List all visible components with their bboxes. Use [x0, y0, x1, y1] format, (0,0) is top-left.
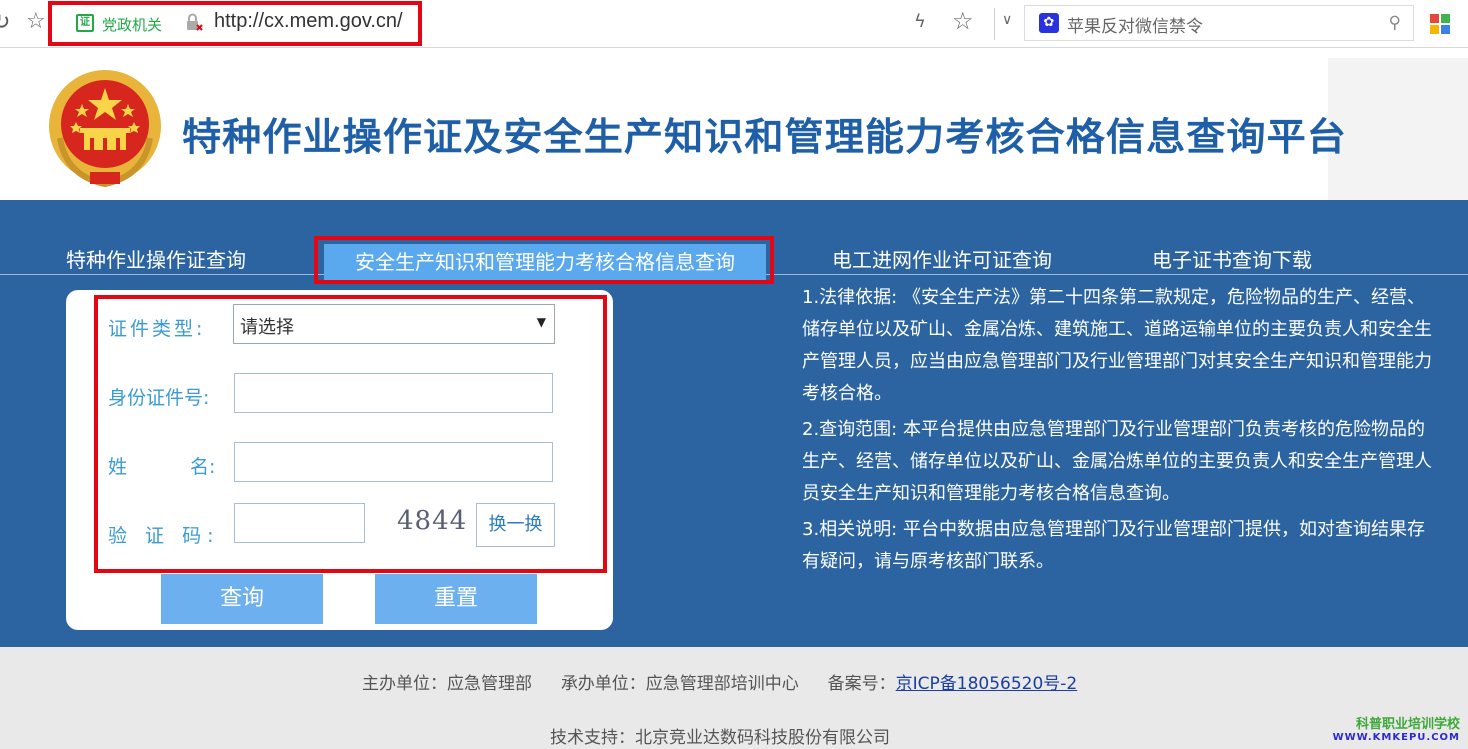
- info-panel: 1.法律依据: 《安全生产法》第二十四条第二款规定，危险物品的生产、经营、储存单…: [802, 282, 1442, 582]
- footer-icp-label: 备案号：: [827, 674, 896, 694]
- tab-safety-knowledge[interactable]: 安全生产知识和管理能力考核合格信息查询: [324, 244, 766, 280]
- id-number-label: 身份证件号:: [108, 387, 210, 409]
- url-text[interactable]: http://cx.mem.gov.cn/: [214, 10, 403, 33]
- watermark: 科普职业培训学校 WWW.KMKEPU.COM: [1333, 713, 1460, 743]
- icp-link[interactable]: 京ICP备18056520号-2: [896, 674, 1078, 694]
- active-tab-highlight: 安全生产知识和管理能力考核合格信息查询: [314, 236, 774, 284]
- search-box[interactable]: ✿ 苹果反对微信禁令 ⚲: [1024, 5, 1414, 41]
- header-right-panel: [1328, 58, 1468, 200]
- reset-button[interactable]: 重置: [375, 574, 537, 624]
- tab-e-certificate[interactable]: 电子证书查询下载: [1152, 244, 1312, 273]
- cert-type-value: 请选择: [240, 317, 294, 338]
- site-footer: 主办单位：应急管理部 承办单位：应急管理部培训中心 备案号：京ICP备18056…: [0, 647, 1468, 749]
- insecure-lock-icon[interactable]: [184, 13, 204, 33]
- lightning-icon[interactable]: ϟ: [914, 11, 926, 32]
- query-button[interactable]: 查询: [161, 574, 323, 624]
- query-form: 证件类型: 请选择 ▼ 身份证件号: 姓 名: 验 证 码: 4844 换一换 …: [66, 290, 613, 630]
- footer-tech-support: 技术支持：北京竞业达数码科技股份有限公司: [550, 728, 890, 748]
- footer-sponsor: 主办单位：应急管理部: [362, 674, 532, 694]
- main-panel: 特种作业操作证查询 安全生产知识和管理能力考核合格信息查询 电工进网作业许可证查…: [0, 200, 1468, 647]
- select-arrow-icon: ▼: [536, 315, 546, 329]
- name-label-first: 姓: [108, 456, 128, 478]
- footer-info: 主办单位：应急管理部 承办单位：应急管理部培训中心 备案号：京ICP备18056…: [362, 669, 1077, 694]
- search-input[interactable]: 苹果反对微信禁令: [1067, 12, 1203, 37]
- search-icon[interactable]: ⚲: [1389, 13, 1401, 33]
- apps-grid-icon[interactable]: [1430, 14, 1450, 34]
- name-label-second: 名:: [190, 456, 216, 478]
- watermark-url: WWW.KMKEPU.COM: [1332, 732, 1460, 743]
- site-header: 特种作业操作证及安全生产知识和管理能力考核合格信息查询平台: [0, 48, 1468, 200]
- tab-special-operation[interactable]: 特种作业操作证查询: [66, 244, 246, 273]
- favorite-star-icon[interactable]: ☆: [952, 7, 974, 35]
- reload-icon[interactable]: ↻: [0, 10, 10, 35]
- name-input[interactable]: [234, 442, 553, 482]
- cert-type-label: 证件类型:: [108, 318, 206, 340]
- captcha-label: 验 证 码:: [108, 525, 220, 547]
- cert-label: 党政机关: [102, 16, 163, 34]
- browser-toolbar: ↻ ☆ 证 党政机关 http://cx.mem.gov.cn/ ϟ ☆ ∨ ✿…: [0, 0, 1468, 48]
- government-cert-icon: 证: [76, 14, 94, 32]
- captcha-input[interactable]: [234, 503, 365, 543]
- id-number-input[interactable]: [234, 373, 553, 413]
- national-emblem-icon: [49, 70, 161, 188]
- captcha-image[interactable]: 4844: [397, 506, 467, 536]
- tab-electrician-license[interactable]: 电工进网作业许可证查询: [832, 244, 1052, 273]
- bookmark-star-icon[interactable]: ☆: [26, 9, 46, 34]
- info-legal-basis: 1.法律依据: 《安全生产法》第二十四条第二款规定，危险物品的生产、经营、储存单…: [802, 287, 1432, 404]
- site-title: 特种作业操作证及安全生产知识和管理能力考核合格信息查询平台: [182, 115, 1347, 159]
- footer-organizer: 承办单位：应急管理部培训中心: [560, 674, 799, 694]
- info-notes: 3.相关说明: 平台中数据由应急管理部门及行业管理部门提供，如对查询结果存有疑问…: [802, 519, 1425, 572]
- watermark-school: 科普职业培训学校: [1355, 717, 1460, 732]
- address-bar[interactable]: 证 党政机关 http://cx.mem.gov.cn/: [48, 1, 422, 46]
- baidu-paw-icon: ✿: [1039, 13, 1059, 33]
- chevron-down-icon[interactable]: ∨: [1002, 12, 1012, 28]
- toolbar-divider: [994, 8, 995, 40]
- cert-type-select[interactable]: 请选择 ▼: [233, 304, 555, 344]
- info-query-scope: 2.查询范围: 本平台提供由应急管理部门及行业管理部门负责考核的危险物品的生产、…: [802, 419, 1432, 504]
- refresh-captcha-button[interactable]: 换一换: [476, 503, 555, 547]
